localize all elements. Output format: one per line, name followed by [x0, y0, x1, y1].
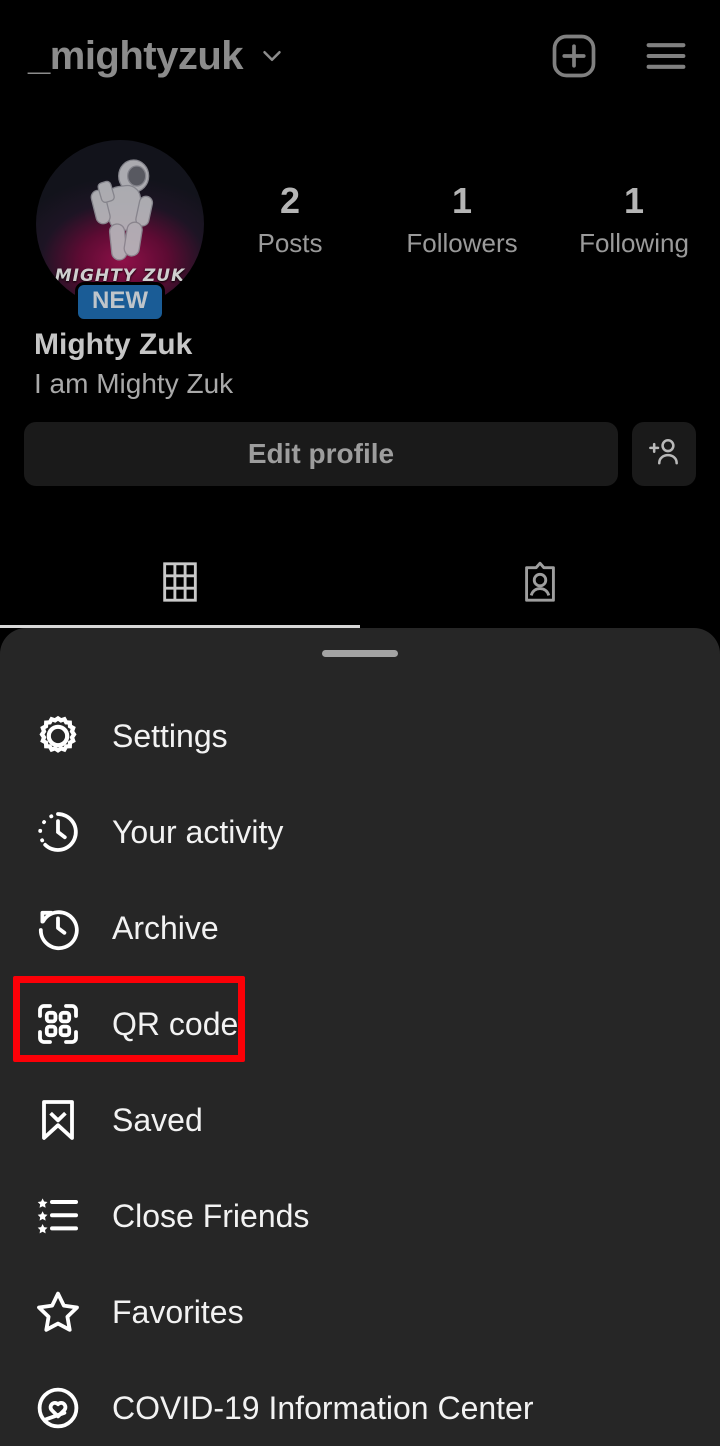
bookmark-icon	[26, 1096, 90, 1144]
menu-item-archive[interactable]: Archive	[0, 880, 720, 976]
sheet-menu: Settings Your activity Archive QR code S…	[0, 688, 720, 1446]
astronaut-illustration	[90, 159, 154, 261]
add-person-icon	[645, 433, 683, 476]
stat-posts[interactable]: 2 Posts	[204, 182, 376, 259]
profile-actions: Edit profile	[0, 422, 720, 486]
add-person-button[interactable]	[632, 422, 696, 486]
menu-item-label: COVID-19 Information Center	[112, 1389, 534, 1426]
chevron-down-icon[interactable]	[257, 41, 287, 71]
menu-item-your-activity[interactable]: Your activity	[0, 784, 720, 880]
profile-section: MIGHTY ZUK NEW 2 Posts 1 Followers 1 Fol…	[0, 140, 720, 399]
tagged-person-icon	[517, 559, 563, 610]
avatar[interactable]: MIGHTY ZUK NEW	[36, 140, 204, 322]
header-username[interactable]: _mightyzuk	[28, 34, 244, 79]
stat-label: Following	[579, 227, 689, 258]
archive-clock-icon	[26, 904, 90, 952]
menu-item-label: Archive	[112, 909, 219, 946]
menu-item-favorites[interactable]: Favorites	[0, 1264, 720, 1360]
menu-item-label: Close Friends	[112, 1197, 310, 1234]
instagram-profile-screen: _mightyzuk MIGHTY ZUK NEW 2 Posts 1 Foll…	[0, 0, 720, 1446]
stat-value: 1	[623, 180, 645, 221]
clock-activity-icon	[26, 808, 90, 856]
plus-square-icon[interactable]	[548, 30, 600, 82]
profile-tabs	[0, 540, 720, 628]
gear-icon	[26, 712, 90, 760]
menu-item-close-friends[interactable]: Close Friends	[0, 1168, 720, 1264]
menu-item-label: Favorites	[112, 1293, 244, 1330]
star-icon	[26, 1288, 90, 1336]
stat-label: Followers	[406, 227, 518, 258]
menu-item-settings[interactable]: Settings	[0, 688, 720, 784]
profile-full-name: Mighty Zuk	[34, 328, 193, 361]
edit-profile-button[interactable]: Edit profile	[24, 422, 618, 486]
tab-grid[interactable]	[0, 540, 360, 628]
stat-label: Posts	[257, 227, 323, 258]
profile-stats: 2 Posts 1 Followers 1 Following	[204, 182, 720, 259]
menu-item-qr-code[interactable]: QR code	[0, 976, 720, 1072]
menu-item-saved[interactable]: Saved	[0, 1072, 720, 1168]
menu-item-covid-information-center[interactable]: COVID-19 Information Center	[0, 1360, 720, 1446]
stat-value: 2	[279, 180, 301, 221]
menu-item-label: QR code	[112, 1005, 239, 1042]
star-list-icon	[26, 1192, 90, 1240]
grid-icon	[157, 559, 203, 610]
menu-item-label: Saved	[112, 1101, 203, 1138]
qr-code-icon	[26, 1000, 90, 1048]
stat-followers[interactable]: 1 Followers	[376, 182, 548, 259]
drag-handle[interactable]	[322, 650, 398, 657]
stat-following[interactable]: 1 Following	[548, 182, 720, 259]
profile-bio: I am Mighty Zuk	[34, 368, 234, 399]
hamburger-menu-icon[interactable]	[640, 30, 692, 82]
covid-heart-icon	[26, 1384, 90, 1432]
tab-tagged[interactable]	[360, 540, 720, 628]
stat-value: 1	[451, 180, 473, 221]
header: _mightyzuk	[0, 0, 720, 112]
new-badge: NEW	[75, 282, 165, 322]
menu-item-label: Your activity	[112, 813, 284, 850]
menu-item-label: Settings	[112, 717, 228, 754]
